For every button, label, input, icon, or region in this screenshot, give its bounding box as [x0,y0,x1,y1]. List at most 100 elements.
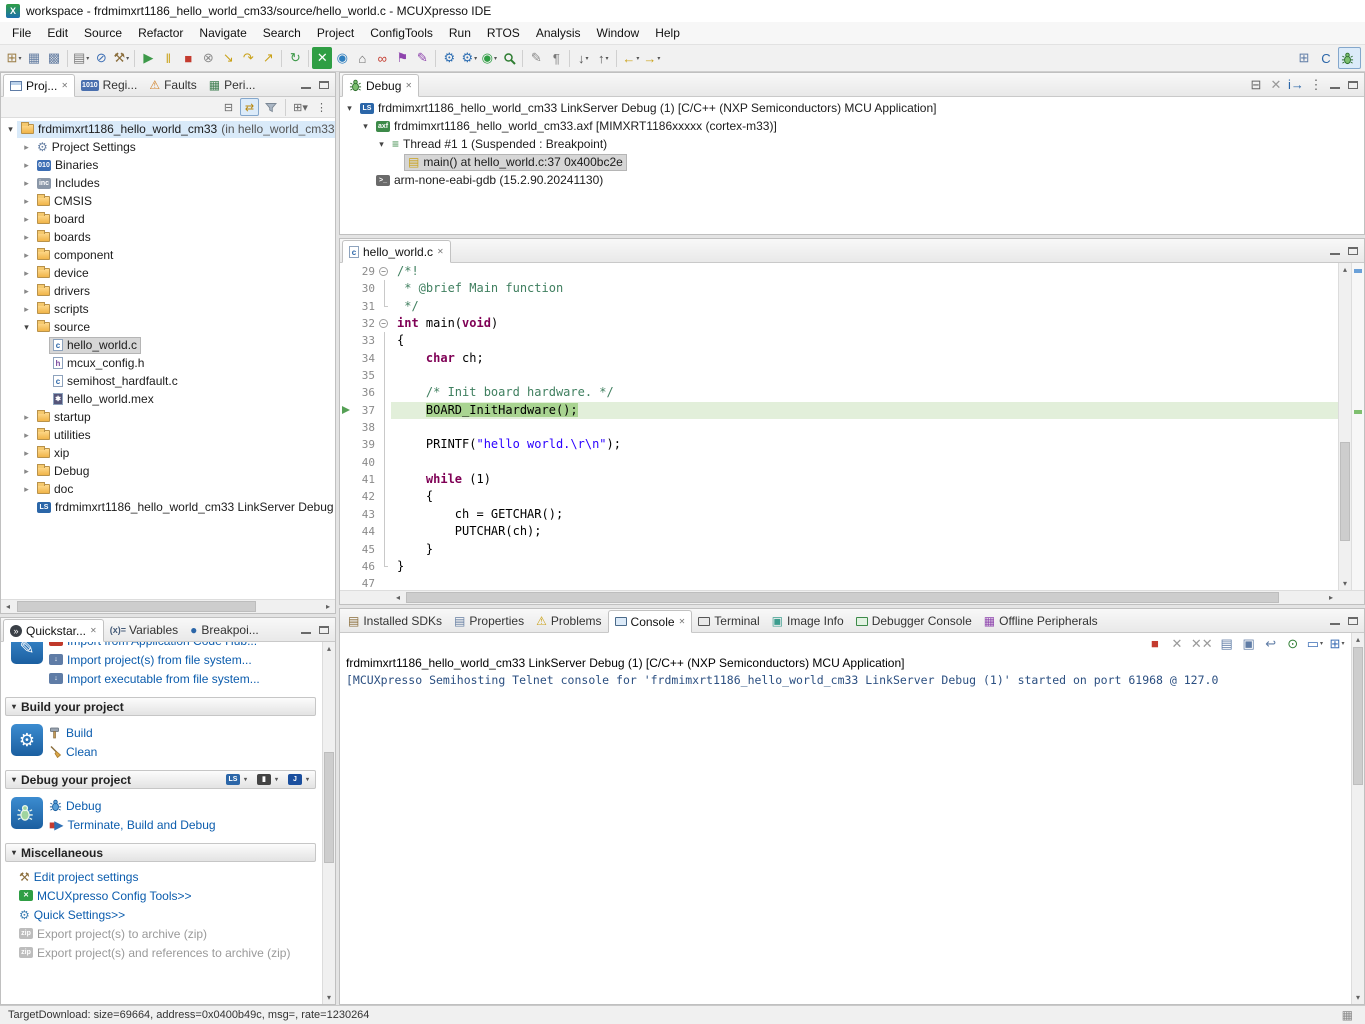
tree-item[interactable]: ▸scripts [1,300,335,318]
tree-item[interactable]: ▤main() at hello_world.c:37 0x400bc2e [340,153,1364,171]
open-perspective-icon[interactable]: ⊞ [1294,47,1314,69]
step-return-icon[interactable]: ↗ [258,47,278,69]
menu-window[interactable]: Window [589,24,648,42]
quickstart-link-clean[interactable]: Clean [49,742,320,761]
scroll-left-icon[interactable]: ◂ [1,602,15,611]
view-menu-icon[interactable]: ⋮ [312,98,331,116]
annotation-ruler[interactable] [340,315,353,332]
remove-launch-icon[interactable]: ✕ [1167,633,1187,655]
tree-item[interactable]: ▸CMSIS [1,192,335,210]
code-text[interactable] [391,575,1338,590]
scroll-lock-icon[interactable]: ▣ [1239,633,1259,655]
tree-item[interactable]: ▸drivers [1,282,335,300]
filter-icon[interactable] [261,98,280,116]
tree-item[interactable]: ▸device [1,264,335,282]
close-icon[interactable]: ✕ [437,247,444,256]
expand-arrow-icon[interactable]: ▸ [20,466,33,477]
code-text[interactable]: * @brief Main function [391,280,1338,297]
dropdown-arrow-icon[interactable]: ▾ [86,55,89,62]
expand-arrow-icon[interactable]: ▸ [20,160,33,171]
annotation-ruler[interactable] [340,298,353,315]
tree-item[interactable]: chello_world.c [1,336,335,354]
ide-gear-icon[interactable]: ⚙ [439,47,459,69]
scrollbar-thumb[interactable] [406,592,1279,603]
tree-item[interactable]: LSfrdmimxrt1186_hello_world_cm33 LinkSer… [1,498,335,516]
quickstart-vertical-scrollbar[interactable]: ▴ ▾ [322,642,335,1004]
expand-arrow-icon[interactable]: ▸ [20,286,33,297]
quickstart-link-export-project-s-to-archive-zip[interactable]: zipExport project(s) to archive (zip) [19,924,322,943]
terminate-icon[interactable]: ■ [178,47,198,69]
quickstart-link-import-from-application-code-hub[interactable]: ⌂Import from Application Code Hub... [49,642,320,650]
expand-arrow-icon[interactable]: ▸ [20,484,33,495]
tree-item[interactable]: ▸010Binaries [1,156,335,174]
code-line[interactable]: 36 /* Init board hardware. */ [340,384,1338,401]
menu-navigate[interactable]: Navigate [191,24,254,42]
close-icon[interactable]: ✕ [90,626,97,635]
tree-item[interactable]: ▸⚙Project Settings [1,138,335,156]
fold-ruler[interactable]: − [378,263,391,280]
menu-rtos[interactable]: RTOS [479,24,528,42]
menu-run[interactable]: Run [441,24,479,42]
annotation-ruler[interactable] [340,523,353,540]
menu-source[interactable]: Source [76,24,130,42]
search-icon[interactable] [499,47,519,69]
resume-icon[interactable]: ▶ [138,47,158,69]
tab-installed-sdks[interactable]: ▤Installed SDKs [342,610,448,632]
collapse-arrow-icon[interactable]: ▾ [12,702,16,711]
tab-debug[interactable]: Debug✕ [342,74,419,97]
tab-regi[interactable]: 1010Regi... [75,74,143,96]
remove-all-terminated-icon[interactable]: ✕ [1266,74,1286,96]
mark-occurrences-icon[interactable]: ✎ [526,47,546,69]
code-line[interactable]: 41 while (1) [340,471,1338,488]
tree-item[interactable]: ▸component [1,246,335,264]
suspend-icon[interactable]: ‖ [158,47,178,69]
tree-item[interactable]: ▸board [1,210,335,228]
collapse-arrow-icon[interactable]: ▾ [12,775,16,784]
annotation-ruler[interactable] [340,541,353,558]
tab-terminal[interactable]: Terminal [692,610,765,632]
tab-quickstar[interactable]: »Quickstar...✕ [3,619,104,642]
collapse-arrow-icon[interactable]: ▾ [20,322,33,333]
annotation-ruler[interactable] [340,558,353,575]
dropdown-arrow-icon[interactable]: ▾ [606,55,609,62]
collapse-arrow-icon[interactable]: ▾ [12,848,16,857]
code-text[interactable]: char ch; [391,350,1338,367]
tree-item[interactable]: ▸utilities [1,426,335,444]
run-circle-icon[interactable]: ◉▾ [479,47,499,69]
link-with-editor-icon[interactable]: ⇄ [240,98,259,116]
maximize-button[interactable] [1346,614,1360,628]
tree-item[interactable]: hmcux_config.h [1,354,335,372]
dropdown-arrow-icon[interactable]: ▾ [18,55,21,62]
code-line[interactable]: 42 { [340,488,1338,505]
scrollbar-thumb[interactable] [1353,647,1363,785]
code-text[interactable] [391,454,1338,471]
quickstart-link-mcuxpresso-config-tools[interactable]: ✕MCUXpresso Config Tools>> [19,886,322,905]
section-header-build-your-project[interactable]: ▾Build your project [5,697,316,716]
code-line[interactable]: 39 PRINTF("hello world.\r\n"); [340,436,1338,453]
tab-problems[interactable]: ⚠Problems [530,610,607,632]
status-tray-icon[interactable]: ▦ [1342,1009,1353,1021]
annotation-ruler[interactable] [340,488,353,505]
close-icon[interactable]: ✕ [679,617,686,626]
overview-marker[interactable] [1354,410,1362,414]
collapse-arrow-icon[interactable]: ▾ [343,103,356,114]
next-annotation-icon[interactable]: ↓▾ [573,47,593,69]
annotation-ruler[interactable] [340,367,353,384]
expand-arrow-icon[interactable]: ▸ [20,232,33,243]
expand-arrow-icon[interactable]: ▸ [20,178,33,189]
step-over-icon[interactable]: ↷ [238,47,258,69]
code-line[interactable]: 44 PUTCHAR(ch); [340,523,1338,540]
code-line[interactable]: 38 [340,419,1338,436]
annotation-ruler[interactable] [340,280,353,297]
tree-item[interactable]: ▸boards [1,228,335,246]
dropdown-arrow-icon[interactable]: ▾ [474,55,477,62]
tab-breakpoi[interactable]: ●Breakpoi... [184,619,265,641]
dropdown-arrow-icon[interactable]: ▾ [494,55,497,62]
dropdown-arrow-icon[interactable]: ▾ [1320,640,1323,647]
restart-icon[interactable]: ↻ [285,47,305,69]
scrollbar-thumb[interactable] [324,752,334,863]
display-selected-console-icon[interactable]: ▭▾ [1305,633,1325,655]
editor-code-area[interactable]: 29−/*!30 * @brief Main function31 */32−i… [340,263,1338,590]
code-text[interactable]: PUTCHAR(ch); [391,523,1338,540]
expand-arrow-icon[interactable]: ▸ [20,196,33,207]
